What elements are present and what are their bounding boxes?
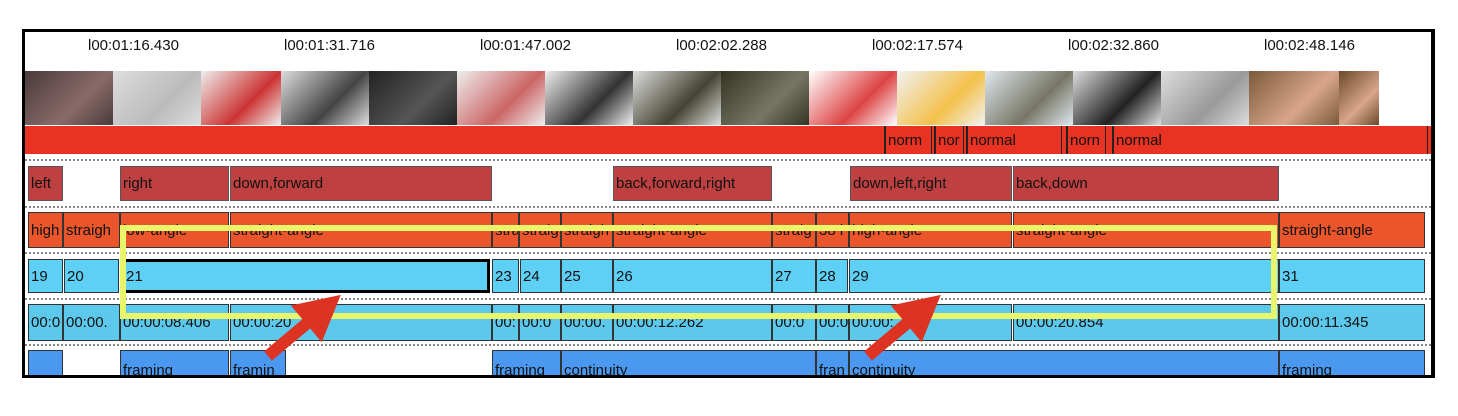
- annotation-arrows: [264, 294, 941, 361]
- arrow-icon: [864, 294, 941, 361]
- arrow-icon: [264, 294, 341, 361]
